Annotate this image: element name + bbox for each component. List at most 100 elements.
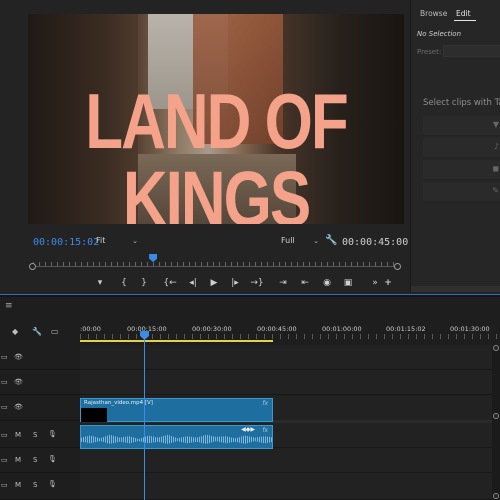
toggle-sync-lock-icon[interactable]: ▭	[1, 431, 8, 439]
active-tab-indicator	[454, 20, 476, 21]
toggle-sync-lock-icon[interactable]: ▭	[1, 456, 8, 464]
overwrite-button[interactable]: ⇤	[298, 276, 312, 290]
current-timecode[interactable]: 00:00:15:02	[33, 237, 99, 248]
export-frame-button[interactable]: ◉	[320, 276, 334, 290]
wrench-icon[interactable]: 🔧	[325, 235, 337, 246]
audio-icon: ◼	[492, 164, 499, 173]
music-icon: ♪	[493, 142, 499, 151]
work-area-bar[interactable]	[80, 340, 273, 342]
track-a3[interactable]	[80, 473, 492, 500]
transport-controls: ▾ { } {← ◂| ▶ |▸ →} ⇥ ⇤ ◉ ▣ » +	[90, 276, 410, 290]
clip-thumbnail	[81, 408, 107, 422]
essential-graphics-panel: Browse Edit No Selection Preset: Select …	[410, 0, 500, 292]
tab-browse[interactable]: Browse	[420, 9, 447, 18]
tab-edit[interactable]: Edit	[456, 9, 471, 18]
comparison-view-button[interactable]: ▣	[341, 276, 355, 290]
ruler-label: :00:00	[80, 325, 101, 333]
ruler-label: 00:01:30:00	[450, 325, 490, 333]
snap-icon[interactable]: ◆	[12, 327, 18, 336]
zoom-level-select[interactable]: Fit ⌄	[96, 236, 140, 250]
monitor-scrubber[interactable]	[29, 254, 401, 272]
scrubber-end-handle[interactable]	[394, 263, 401, 270]
solo-button[interactable]: S	[33, 431, 37, 439]
microphone-icon[interactable]: 🎙	[48, 430, 57, 438]
video-clip-label: Rajasthan_video.mp4 [V]	[84, 400, 153, 406]
audio-clip[interactable]: ◀◆▶ fx	[80, 425, 273, 449]
eye-icon[interactable]: 👁	[14, 353, 23, 361]
track-a2[interactable]	[80, 448, 492, 473]
mute-button[interactable]: M	[15, 481, 21, 489]
timeline-panel: ≡ ◆ 🔧 ▭ :00:00 00:00:15:00 00:00:30:00 0…	[0, 297, 500, 500]
play-button[interactable]: ▶	[207, 276, 221, 290]
ruler-label: 00:01:00:00	[322, 325, 362, 333]
duration-timecode: 00:00:45:00	[342, 237, 409, 248]
wrench-icon[interactable]: 🔧	[32, 327, 42, 336]
tag-row: ◼	[423, 160, 500, 180]
timeline-playhead-line[interactable]	[144, 333, 145, 500]
video-preview[interactable]: LAND OF KINGS	[28, 14, 404, 224]
playback-resolution-select[interactable]: Full ⌄	[281, 236, 321, 250]
track-header-a1: ▭ M S 🎙	[0, 423, 80, 448]
toggle-sync-lock-icon[interactable]: ▭	[1, 353, 8, 361]
scroll-handle-top[interactable]	[493, 345, 499, 351]
eye-icon[interactable]: 👁	[14, 403, 23, 411]
fx-badge[interactable]: fx	[262, 400, 268, 407]
track-header-a3: ▭ M S 🎙	[0, 473, 80, 500]
mic-icon: ✎	[492, 186, 499, 195]
tag-row: ✎	[423, 182, 500, 202]
microphone-icon[interactable]: 🎙	[48, 480, 57, 488]
preset-label: Preset:	[417, 48, 442, 56]
scrubber-start-handle[interactable]	[29, 263, 36, 270]
track-header-a2: ▭ M S 🎙	[0, 448, 80, 473]
zoom-level-value: Fit	[96, 236, 106, 245]
scroll-handle-mid[interactable]	[493, 413, 499, 419]
toggle-sync-lock-icon[interactable]: ▭	[1, 378, 8, 386]
microphone-icon[interactable]: 🎙	[48, 455, 57, 463]
track-v3[interactable]	[80, 345, 492, 370]
no-selection-label: No Selection	[417, 30, 462, 38]
pin-icon: ▼	[492, 120, 499, 129]
mark-in-button[interactable]: {	[117, 276, 131, 290]
mark-out-button[interactable]: }	[137, 276, 151, 290]
step-back-button[interactable]: ◂|	[186, 276, 200, 290]
program-monitor: LAND OF KINGS 00:00:15:02 Fit ⌄ Full ⌄ 🔧…	[0, 0, 408, 292]
solo-button[interactable]: S	[33, 456, 37, 464]
insert-button[interactable]: ⇥	[276, 276, 290, 290]
track-v2[interactable]	[80, 370, 492, 395]
timeline-vertical-scrollbar[interactable]	[492, 345, 500, 500]
toggle-sync-lock-icon[interactable]: ▭	[1, 403, 8, 411]
add-marker-button[interactable]: ▾	[93, 276, 107, 290]
tag-row: ▼	[423, 116, 500, 136]
toggle-sync-lock-icon[interactable]: ▭	[1, 481, 8, 489]
panel-scrollbar[interactable]	[411, 286, 500, 292]
add-button[interactable]: +	[381, 276, 395, 290]
captions-icon[interactable]: ▭	[51, 327, 59, 336]
scrubber-line	[33, 266, 397, 267]
track-header-v2: ▭ 👁	[0, 370, 80, 395]
monitor-playhead[interactable]	[149, 254, 158, 262]
audio-waveform	[81, 434, 272, 444]
more-controls-button[interactable]: »	[368, 276, 382, 290]
solo-button[interactable]: S	[33, 481, 37, 489]
ruler-label: 00:01:15:02	[386, 325, 426, 333]
scroll-handle-bottom[interactable]	[493, 493, 499, 499]
go-to-out-button[interactable]: →}	[250, 276, 264, 290]
resolution-value: Full	[281, 236, 295, 245]
ruler-label: 00:00:30:00	[192, 325, 232, 333]
chevron-down-icon: ⌄	[313, 237, 319, 245]
title-overlay[interactable]: LAND OF KINGS	[28, 83, 404, 224]
tag-row: ♪	[423, 138, 500, 158]
track-header-v3: ▭ 👁	[0, 345, 80, 370]
preset-dropdown[interactable]	[443, 45, 500, 57]
mute-button[interactable]: M	[15, 456, 21, 464]
video-clip[interactable]: Rajasthan_video.mp4 [V] fx	[80, 398, 273, 422]
eye-icon[interactable]: 👁	[14, 378, 23, 386]
ruler-label: 00:00:45:00	[257, 325, 297, 333]
fx-badge[interactable]: fx	[262, 427, 268, 434]
panel-menu-icon[interactable]: ≡	[5, 301, 13, 311]
step-forward-button[interactable]: |▸	[228, 276, 242, 290]
go-to-in-button[interactable]: {←	[163, 276, 177, 290]
mute-button[interactable]: M	[15, 431, 21, 439]
track-header-v1: ▭ 👁	[0, 395, 80, 421]
keyframe-icon[interactable]: ◀◆▶	[241, 426, 255, 433]
